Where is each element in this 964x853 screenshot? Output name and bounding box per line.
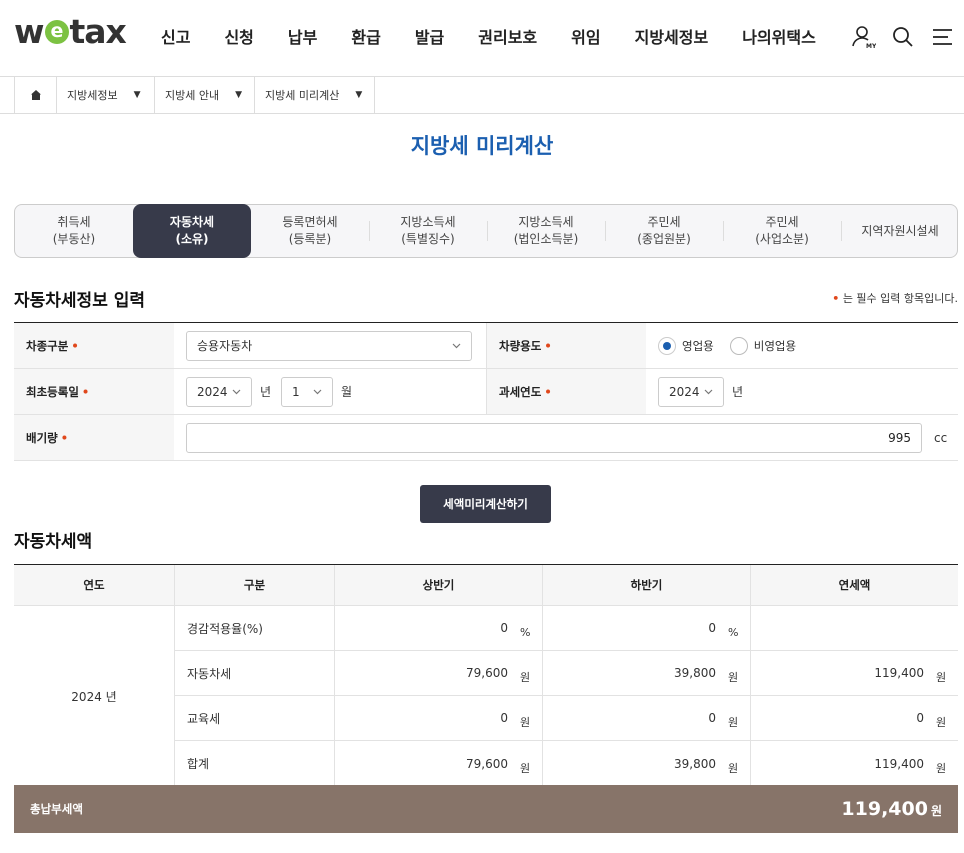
field-label: 최초등록일 •: [14, 369, 174, 414]
chevron-down-icon: [452, 343, 461, 348]
caret-down-icon: ▼: [355, 90, 363, 100]
displacement-input[interactable]: 995: [186, 422, 922, 453]
table-header: 연도 구분 상반기 하반기 연세액: [14, 565, 958, 606]
vehicle-type-select[interactable]: 승용자동차: [186, 330, 472, 361]
nav-item-rights[interactable]: 권리보호: [461, 24, 554, 48]
global-nav: 신고 신청 납부 환급 발급 권리보호 위임 지방세정보 나의위택스: [144, 24, 833, 48]
radio-commercial[interactable]: [658, 336, 676, 355]
caret-down-icon: ▼: [133, 90, 141, 100]
nav-item-delegate[interactable]: 위임: [554, 24, 617, 48]
field-label: 과세연도 •: [486, 369, 646, 414]
breadcrumb-localtax-calc[interactable]: 지방세 미리계산 ▼: [255, 77, 375, 113]
caret-down-icon: ▼: [235, 90, 243, 100]
svg-text:MY: MY: [866, 43, 876, 50]
total-tax-bar: 총납부세액 119,400 원: [14, 785, 958, 833]
form-section-title: 자동차세정보 입력: [14, 291, 146, 311]
header-utility: MY: [850, 24, 956, 50]
field-label: 차종구분 •: [14, 323, 174, 368]
tab-vehicle-tax[interactable]: 자동차세 (소유): [133, 204, 251, 258]
chevron-down-icon: [232, 389, 241, 394]
column-header: 상반기: [334, 565, 542, 605]
page-title: 지방세 미리계산: [410, 134, 554, 158]
tab-resident-tax-business[interactable]: 주민세 (사업소분): [723, 205, 841, 257]
column-header: 구분: [174, 565, 334, 605]
chevron-down-icon: [704, 389, 713, 394]
total-value: 119,400 원: [841, 798, 942, 820]
reg-month-select[interactable]: 1: [281, 376, 334, 407]
vehicle-info-form: 차종구분 • 승용자동차 차량용도 • 영업용 비영업용 최초등록일 • 2024 년…: [14, 322, 958, 461]
user-my-icon[interactable]: MY: [850, 24, 876, 50]
breadcrumb-localtax-guide[interactable]: 지방세 안내 ▼: [155, 77, 255, 113]
nav-item-my-wetax[interactable]: 나의위택스: [725, 24, 833, 48]
form-row: 배기량 • 995 cc: [14, 415, 958, 461]
form-row: 차종구분 • 승용자동차 차량용도 • 영업용 비영업용: [14, 323, 958, 369]
tax-year-select[interactable]: 2024: [658, 376, 724, 407]
nav-item-refund[interactable]: 환급: [334, 24, 397, 48]
home-icon[interactable]: [15, 77, 57, 113]
table-row: 합계 79,600 원 39,800 원 119,400 원: [174, 741, 958, 786]
field-cell: 995 cc: [174, 415, 958, 460]
wetax-logo[interactable]: w e tax: [14, 14, 127, 50]
tab-regional-resource-tax[interactable]: 지역자원시설세: [841, 205, 959, 257]
nav-item-apply[interactable]: 신청: [207, 24, 270, 48]
table-row: 자동차세 79,600 원 39,800 원 119,400 원: [174, 651, 958, 696]
table-row: 교육세 0원 0원 0원: [174, 696, 958, 741]
nav-item-issue[interactable]: 발급: [398, 24, 461, 48]
field-cell: 승용자동차: [174, 323, 486, 368]
nav-item-pay[interactable]: 납부: [271, 24, 334, 48]
required-note: • 는 필수 입력 항목입니다.: [832, 292, 958, 305]
field-label: 차량용도 •: [486, 323, 646, 368]
field-cell: 영업용 비영업용: [646, 323, 958, 368]
form-row: 최초등록일 • 2024 년 1 월 과세연도 • 2024 년: [14, 369, 958, 415]
tab-registration-license-tax[interactable]: 등록면허세 (등록분): [251, 205, 369, 257]
result-section-title: 자동차세액: [14, 532, 93, 552]
breadcrumb-divider: [0, 113, 964, 114]
field-cell: 2024 년 1 월: [174, 369, 486, 414]
table-body: 2024 년 경감적용율(%) 0% 0% 자동차세 79,600 원 39,80…: [14, 606, 958, 786]
tab-local-income-tax-withholding[interactable]: 지방소득세 (특별징수): [369, 205, 487, 257]
tab-local-income-tax-corporate[interactable]: 지방소득세 (법인소득분): [487, 205, 605, 257]
tab-resident-tax-employee[interactable]: 주민세 (종업원분): [605, 205, 723, 257]
site-header: w e tax 신고 신청 납부 환급 발급 권리보호 위임 지방세정보 나의위택스…: [0, 0, 964, 77]
nav-item-report[interactable]: 신고: [144, 24, 207, 48]
table-rows: 경감적용율(%) 0% 0% 자동차세 79,600 원 39,800 원 119,…: [174, 606, 958, 786]
total-label: 총납부세액: [30, 802, 83, 816]
field-label: 배기량 •: [14, 415, 174, 460]
calculate-tax-button[interactable]: 세액미리계산하기: [420, 485, 551, 523]
tax-type-tabs: 취득세 (부동산) 자동차세 (소유) 등록면허세 (등록분) 지방소득세 (특별징수)…: [14, 204, 958, 258]
breadcrumb: 지방세정보 ▼ 지방세 안내 ▼ 지방세 미리계산 ▼: [14, 77, 375, 113]
radio-noncommercial[interactable]: [729, 336, 748, 355]
menu-icon[interactable]: [930, 24, 956, 50]
column-header: 하반기: [542, 565, 750, 605]
breadcrumb-localtax-info[interactable]: 지방세정보 ▼: [57, 77, 155, 113]
table-row: 경감적용율(%) 0% 0%: [174, 606, 958, 651]
reg-year-select[interactable]: 2024: [186, 376, 252, 407]
field-cell: 2024 년: [646, 369, 958, 414]
chevron-down-icon: [313, 389, 322, 394]
nav-item-localtax-info[interactable]: 지방세정보: [618, 24, 726, 48]
column-header: 연세액: [750, 565, 958, 605]
tax-result-table: 연도 구분 상반기 하반기 연세액 2024 년 경감적용율(%) 0% 0% …: [14, 564, 958, 786]
tab-acquisition-tax[interactable]: 취득세 (부동산): [15, 205, 133, 257]
year-cell: 2024 년: [71, 689, 117, 704]
search-icon[interactable]: [890, 24, 916, 50]
column-header: 연도: [83, 578, 105, 592]
